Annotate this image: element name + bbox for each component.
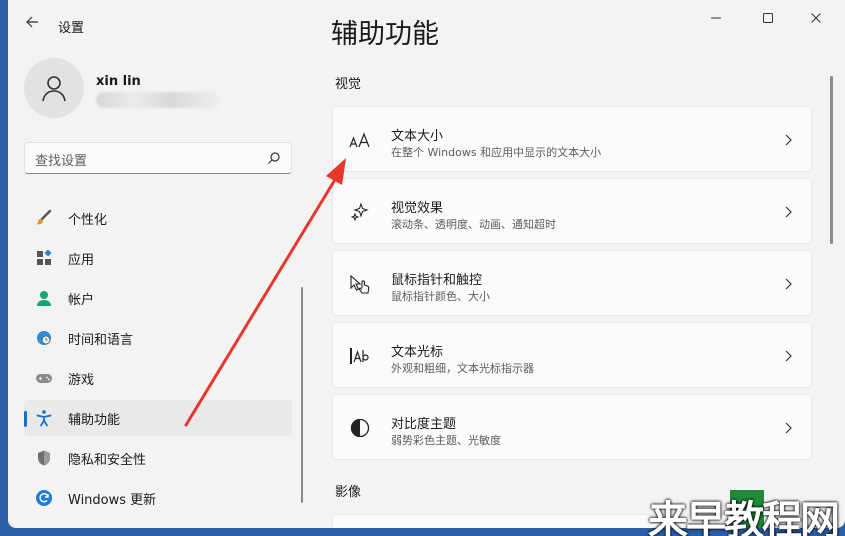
text-cursor-icon bbox=[349, 345, 371, 367]
card-subtitle: 外观和粗细，文本光标指示器 bbox=[391, 362, 534, 375]
page-title: 辅助功能 bbox=[331, 19, 439, 50]
card-subtitle: 滚动条、透明度、动画、通知超时 bbox=[391, 218, 556, 231]
card-contrast-themes[interactable]: 对比度主题 弱势彩色主题、光敏度 bbox=[332, 394, 812, 460]
search-icon[interactable] bbox=[267, 151, 281, 165]
sidebar-item-apps[interactable]: 应用 bbox=[24, 240, 292, 276]
minimize-button[interactable] bbox=[698, 6, 734, 30]
close-icon bbox=[811, 13, 821, 23]
sidebar-item-windows-update[interactable]: Windows 更新 bbox=[24, 480, 292, 516]
user-name: xin lin bbox=[96, 74, 141, 89]
contrast-icon bbox=[349, 417, 371, 439]
sidebar-item-label: 隐私和安全性 bbox=[68, 452, 147, 468]
card-title: 文本光标 bbox=[391, 345, 444, 360]
chevron-right-icon bbox=[785, 278, 792, 290]
card-mouse-pointer-touch[interactable]: 鼠标指针和触控 鼠标指针颜色、大小 bbox=[332, 250, 812, 316]
update-icon bbox=[34, 488, 54, 508]
sparkle-icon bbox=[349, 201, 371, 223]
sidebar-item-label: 个性化 bbox=[68, 212, 108, 228]
card-subtitle: 弱势彩色主题、光敏度 bbox=[391, 434, 501, 447]
apps-icon bbox=[34, 248, 54, 268]
section-label-vision: 视觉 bbox=[335, 77, 362, 92]
avatar bbox=[24, 58, 84, 118]
minimize-icon bbox=[711, 17, 721, 19]
sidebar-item-label: 应用 bbox=[68, 252, 95, 268]
search-input[interactable]: 查找设置 bbox=[35, 150, 87, 169]
chevron-right-icon bbox=[785, 134, 792, 146]
text-size-icon bbox=[349, 129, 371, 151]
globe-clock-icon bbox=[34, 328, 54, 348]
close-button[interactable] bbox=[798, 6, 834, 30]
sidebar-item-label: 辅助功能 bbox=[68, 412, 121, 428]
card-title: 鼠标指针和触控 bbox=[391, 273, 483, 288]
card-title: 对比度主题 bbox=[391, 417, 457, 432]
brush-icon bbox=[34, 208, 54, 228]
sidebar-item-personalization[interactable]: 个性化 bbox=[24, 200, 292, 236]
sidebar-item-privacy[interactable]: 隐私和安全性 bbox=[24, 440, 292, 476]
card-subtitle: 鼠标指针颜色、大小 bbox=[391, 290, 490, 303]
pointer-touch-icon bbox=[349, 273, 371, 295]
section-label-imaging: 影像 bbox=[335, 485, 362, 500]
card-title: 视觉效果 bbox=[391, 201, 444, 216]
sidebar-item-accounts[interactable]: 帐户 bbox=[24, 280, 292, 316]
app-title: 设置 bbox=[58, 21, 85, 36]
sidebar-scrollbar[interactable] bbox=[301, 287, 303, 503]
sidebar-item-accessibility[interactable]: 辅助功能 bbox=[24, 400, 292, 436]
sidebar-item-label: 游戏 bbox=[68, 372, 95, 388]
search-box[interactable]: 查找设置 bbox=[24, 142, 292, 174]
chevron-right-icon bbox=[785, 206, 792, 218]
account-icon bbox=[34, 288, 54, 308]
user-email-redacted bbox=[96, 92, 220, 108]
sidebar-nav: 个性化 应用 帐户 时间和语言 游戏 辅助功能 隐私和安全性 Windows 更… bbox=[24, 200, 292, 520]
card-subtitle: 在整个 Windows 和应用中显示的文本大小 bbox=[391, 146, 602, 159]
card-title: 文本大小 bbox=[391, 129, 444, 144]
arrow-left-icon bbox=[26, 16, 38, 28]
accessibility-icon bbox=[34, 408, 54, 428]
settings-window: 设置 xin lin 查找设置 个性化 应用 帐户 时间和语言 游戏 辅助功能 … bbox=[8, 0, 845, 528]
user-profile[interactable]: xin lin bbox=[24, 58, 220, 118]
watermark-text: 来早教程网 bbox=[648, 498, 840, 536]
sidebar-item-label: 时间和语言 bbox=[68, 332, 134, 348]
sidebar-item-gaming[interactable]: 游戏 bbox=[24, 360, 292, 396]
card-text-cursor[interactable]: 文本光标 外观和粗细，文本光标指示器 bbox=[332, 322, 812, 388]
back-button[interactable] bbox=[22, 14, 42, 34]
person-icon bbox=[42, 76, 66, 102]
chevron-right-icon bbox=[785, 422, 792, 434]
watermark: 来早教程网 bbox=[648, 486, 845, 536]
shield-icon bbox=[34, 448, 54, 468]
gamepad-icon bbox=[34, 368, 54, 388]
main-scrollbar[interactable] bbox=[830, 76, 833, 244]
sidebar-item-label: 帐户 bbox=[68, 292, 95, 308]
sidebar-item-label: Windows 更新 bbox=[68, 492, 157, 508]
sidebar-item-time-language[interactable]: 时间和语言 bbox=[24, 320, 292, 356]
maximize-button[interactable] bbox=[750, 6, 786, 30]
card-visual-effects[interactable]: 视觉效果 滚动条、透明度、动画、通知超时 bbox=[332, 178, 812, 244]
chevron-right-icon bbox=[785, 350, 792, 362]
maximize-icon bbox=[763, 13, 773, 23]
card-text-size[interactable]: 文本大小 在整个 Windows 和应用中显示的文本大小 bbox=[332, 106, 812, 172]
